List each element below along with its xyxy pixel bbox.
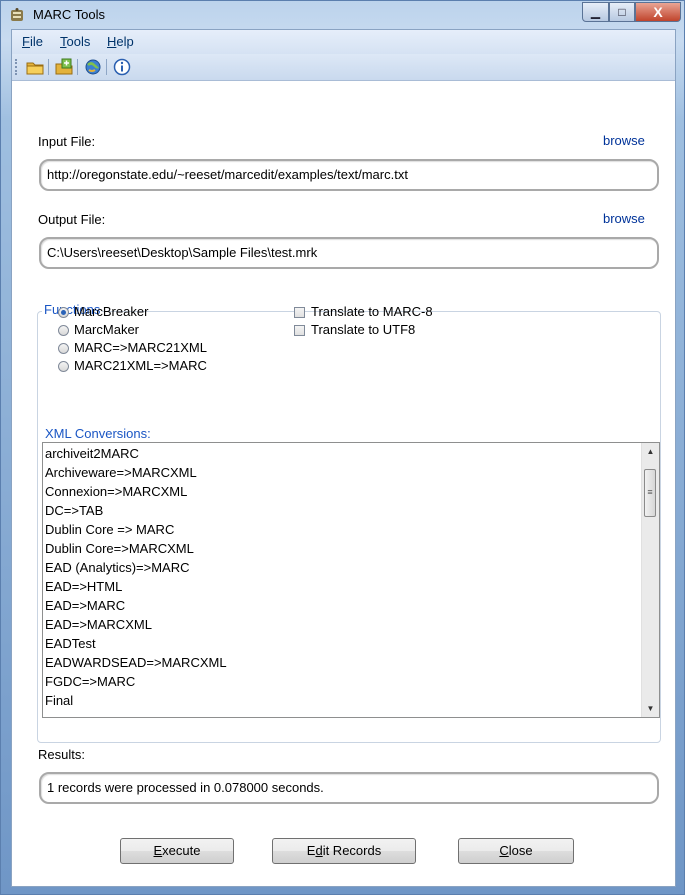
toolbar-separator	[106, 59, 107, 75]
toolbar-separator	[48, 59, 49, 75]
radio-button[interactable]	[58, 325, 69, 336]
window-title: MARC Tools	[33, 7, 106, 22]
xml-conversions-list[interactable]: archiveit2MARC Archiveware=>MARCXML Conn…	[42, 442, 660, 718]
list-scrollbar[interactable]: ▲ ≡ ▼	[641, 443, 659, 717]
menu-tools[interactable]: Tools	[60, 34, 90, 49]
list-item[interactable]: DC=>TAB	[45, 502, 103, 520]
checkbox[interactable]	[294, 307, 305, 318]
checkbox[interactable]	[294, 325, 305, 336]
input-browse-link[interactable]: browse	[603, 133, 645, 148]
output-file-field[interactable]: C:\Users\reeset\Desktop\Sample Files\tes…	[39, 237, 659, 269]
list-item[interactable]: EAD=>HTML	[45, 578, 122, 596]
scroll-down-arrow-icon[interactable]: ▼	[642, 700, 659, 717]
output-browse-link[interactable]: browse	[603, 211, 645, 226]
input-file-field[interactable]: http://oregonstate.edu/~reeset/marcedit/…	[39, 159, 659, 191]
scroll-up-arrow-icon[interactable]: ▲	[642, 443, 659, 460]
list-item[interactable]: EADWARDSEAD=>MARCXML	[45, 654, 227, 672]
toolbar	[12, 54, 675, 81]
edit-records-button[interactable]: Edit Records	[272, 838, 416, 864]
results-label: Results:	[38, 747, 85, 762]
list-item[interactable]: EAD=>MARC	[45, 597, 125, 615]
toolbar-grip[interactable]	[15, 59, 19, 75]
marc-tools-window: MARC Tools ▁ □ X File Tools Help Input F…	[0, 0, 685, 895]
close-icon: X	[653, 4, 663, 20]
output-file-label: Output File:	[38, 212, 106, 227]
scroll-thumb[interactable]: ≡	[644, 469, 656, 517]
app-icon	[11, 8, 23, 21]
menu-help[interactable]: Help	[107, 34, 134, 49]
menu-bar: File Tools Help	[12, 30, 675, 54]
list-item[interactable]: Connexion=>MARCXML	[45, 483, 187, 501]
radio-button[interactable]	[58, 307, 69, 318]
checkbox-label: Translate to MARC-8	[311, 304, 433, 319]
list-item[interactable]: EAD (Analytics)=>MARC	[45, 559, 189, 577]
open-file-icon[interactable]	[55, 58, 73, 76]
radio-button[interactable]	[58, 361, 69, 372]
radio-label: MarcMaker	[74, 322, 140, 337]
info-icon[interactable]	[113, 58, 131, 76]
list-item[interactable]: Dublin Core=>MARCXML	[45, 540, 194, 558]
radio-label: MarcBreaker	[74, 304, 149, 319]
radio-label: MARC=>MARC21XML	[74, 340, 207, 355]
radio-button[interactable]	[58, 343, 69, 354]
maximize-icon: □	[618, 5, 626, 19]
minimize-icon: ▁	[590, 5, 601, 19]
list-item[interactable]: Dublin Core => MARC	[45, 521, 174, 539]
radio-label: MARC21XML=>MARC	[74, 358, 207, 373]
minimize-button[interactable]: ▁	[582, 2, 609, 22]
title-bar[interactable]: MARC Tools ▁ □ X	[1, 1, 684, 29]
checkbox-label: Translate to UTF8	[311, 322, 416, 337]
input-file-label: Input File:	[38, 134, 96, 149]
list-item[interactable]: Final	[45, 692, 73, 710]
open-folder-icon[interactable]	[26, 58, 44, 76]
xml-conversions-title: XML Conversions:	[45, 426, 151, 441]
close-button[interactable]: Close	[458, 838, 574, 864]
list-item[interactable]: archiveit2MARC	[45, 445, 139, 463]
execute-button[interactable]: Execute	[120, 838, 234, 864]
list-item[interactable]: FGDC=>MARC	[45, 673, 135, 691]
globe-refresh-icon[interactable]	[84, 58, 102, 76]
results-field: 1 records were processed in 0.078000 sec…	[39, 772, 659, 804]
list-item[interactable]: Archiveware=>MARCXML	[45, 464, 197, 482]
close-window-button[interactable]: X	[635, 2, 681, 22]
toolbar-separator	[77, 59, 78, 75]
maximize-button[interactable]: □	[609, 2, 635, 22]
list-item[interactable]: EAD=>MARCXML	[45, 616, 152, 634]
list-item[interactable]: EADTest	[45, 635, 96, 653]
menu-file[interactable]: File	[22, 34, 43, 49]
client-area: File Tools Help Input File: browse http:…	[11, 29, 676, 887]
